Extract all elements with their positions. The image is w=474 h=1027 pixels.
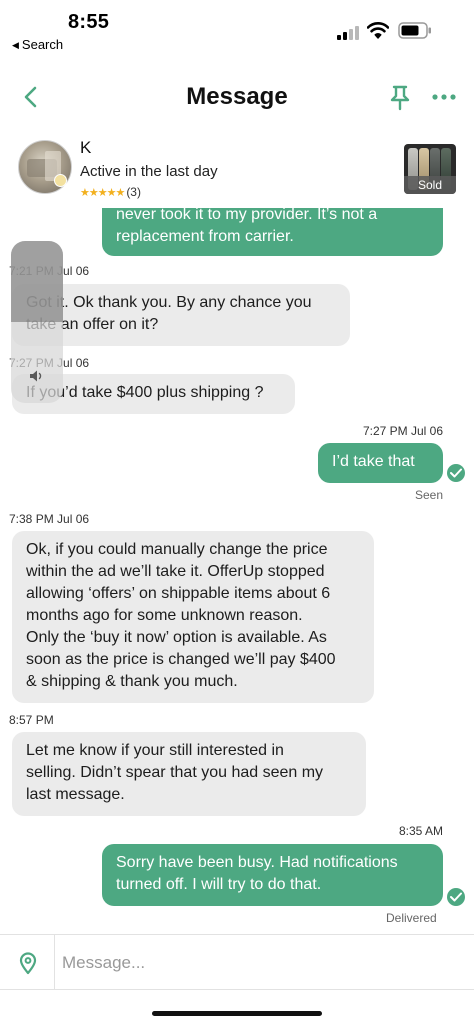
message-composer: [0, 934, 474, 990]
delivery-status-label: Delivered: [386, 911, 437, 925]
speaker-icon: [30, 370, 42, 382]
message-line: Sorry have been busy. Had notifications: [116, 854, 398, 871]
message-line: replacement from carrier.: [116, 228, 294, 245]
message-line: Only the ‘buy it now’ option is availabl…: [26, 629, 327, 646]
back-triangle-icon: ◀: [12, 40, 19, 50]
message-line: never took it to my provider. It’s not a: [116, 208, 378, 223]
message-timestamp: 7:38 PM Jul 06: [9, 512, 90, 526]
cellular-signal-icon: [337, 24, 361, 40]
message-line: Got it. Ok thank you. By any chance you: [26, 294, 312, 311]
status-time: 8:55: [68, 11, 110, 33]
rating-count: (3): [126, 185, 141, 199]
message-line: months ago for some unknown reason.: [26, 607, 303, 624]
message-line: take an offer on it?: [26, 316, 159, 333]
status-bar: 8:55 ◀ Search: [0, 0, 474, 56]
message-line: selling. Didn’t spear that you had seen …: [26, 764, 324, 781]
message-timestamp: 8:35 AM: [398, 824, 443, 838]
message-bubble-outgoing[interactable]: I’d take that: [318, 443, 443, 483]
message-timestamp: 8:57 PM: [9, 713, 54, 727]
message-line: I’d take that: [332, 453, 415, 470]
message-line: If you’d take $400 plus shipping ?: [26, 384, 264, 401]
message-bubble-incoming[interactable]: Let me know if your still interested in …: [12, 732, 366, 816]
seller-name: K: [80, 138, 92, 157]
sold-badge: Sold: [404, 176, 456, 194]
delivered-check-icon: [447, 888, 465, 906]
message-line: within the ad we’ll take it. OfferUp sto…: [26, 563, 325, 580]
message-thread[interactable]: never took it to my provider. It’s not a…: [0, 208, 474, 934]
message-input[interactable]: [62, 945, 462, 981]
volume-level-fill: [11, 241, 63, 322]
message-bubble-incoming[interactable]: Ok, if you could manually change the pri…: [12, 531, 374, 703]
back-to-app-link[interactable]: ◀ Search: [12, 37, 63, 52]
location-pin-icon[interactable]: [17, 951, 39, 975]
rating-stars: ★★★★★: [80, 187, 125, 199]
message-line: & shipping & thank you much.: [26, 673, 238, 690]
seller-activity-status: Active in the last day: [80, 163, 218, 180]
listing-thumbnail[interactable]: Sold: [404, 144, 456, 194]
more-dots-icon[interactable]: [430, 88, 458, 106]
message-timestamp: 7:27 PM Jul 06: [362, 424, 443, 438]
seller-rating: ★★★★★ (3): [80, 185, 141, 199]
message-line: Ok, if you could manually change the pri…: [26, 541, 328, 558]
back-app-label: Search: [21, 37, 64, 52]
message-bubble-outgoing[interactable]: Sorry have been busy. Had notifications …: [102, 844, 443, 906]
read-receipt-check-icon: [447, 464, 465, 482]
message-line: Let me know if your still interested in: [26, 742, 284, 759]
wifi-icon: [367, 22, 389, 39]
composer-divider: [54, 935, 55, 990]
message-line: turned off. I will try to do that.: [116, 876, 322, 893]
message-line: allowing ‘offers’ on shippable items abo…: [26, 585, 331, 602]
message-bubble-outgoing[interactable]: never took it to my provider. It’s not a…: [102, 208, 443, 256]
message-line: soon as the price is changed we’ll pay $…: [26, 651, 336, 668]
header: Message: [0, 60, 474, 134]
avatar-verified-badge: [54, 174, 67, 187]
pin-icon[interactable]: [386, 83, 414, 111]
read-receipt-label: Seen: [415, 488, 444, 502]
battery-icon: [398, 22, 431, 39]
seller-info[interactable]: K Active in the last day ★★★★★ (3) Sold: [0, 134, 474, 208]
message-line: last message.: [26, 786, 125, 803]
volume-overlay: [11, 241, 63, 403]
home-indicator[interactable]: [152, 1011, 322, 1016]
